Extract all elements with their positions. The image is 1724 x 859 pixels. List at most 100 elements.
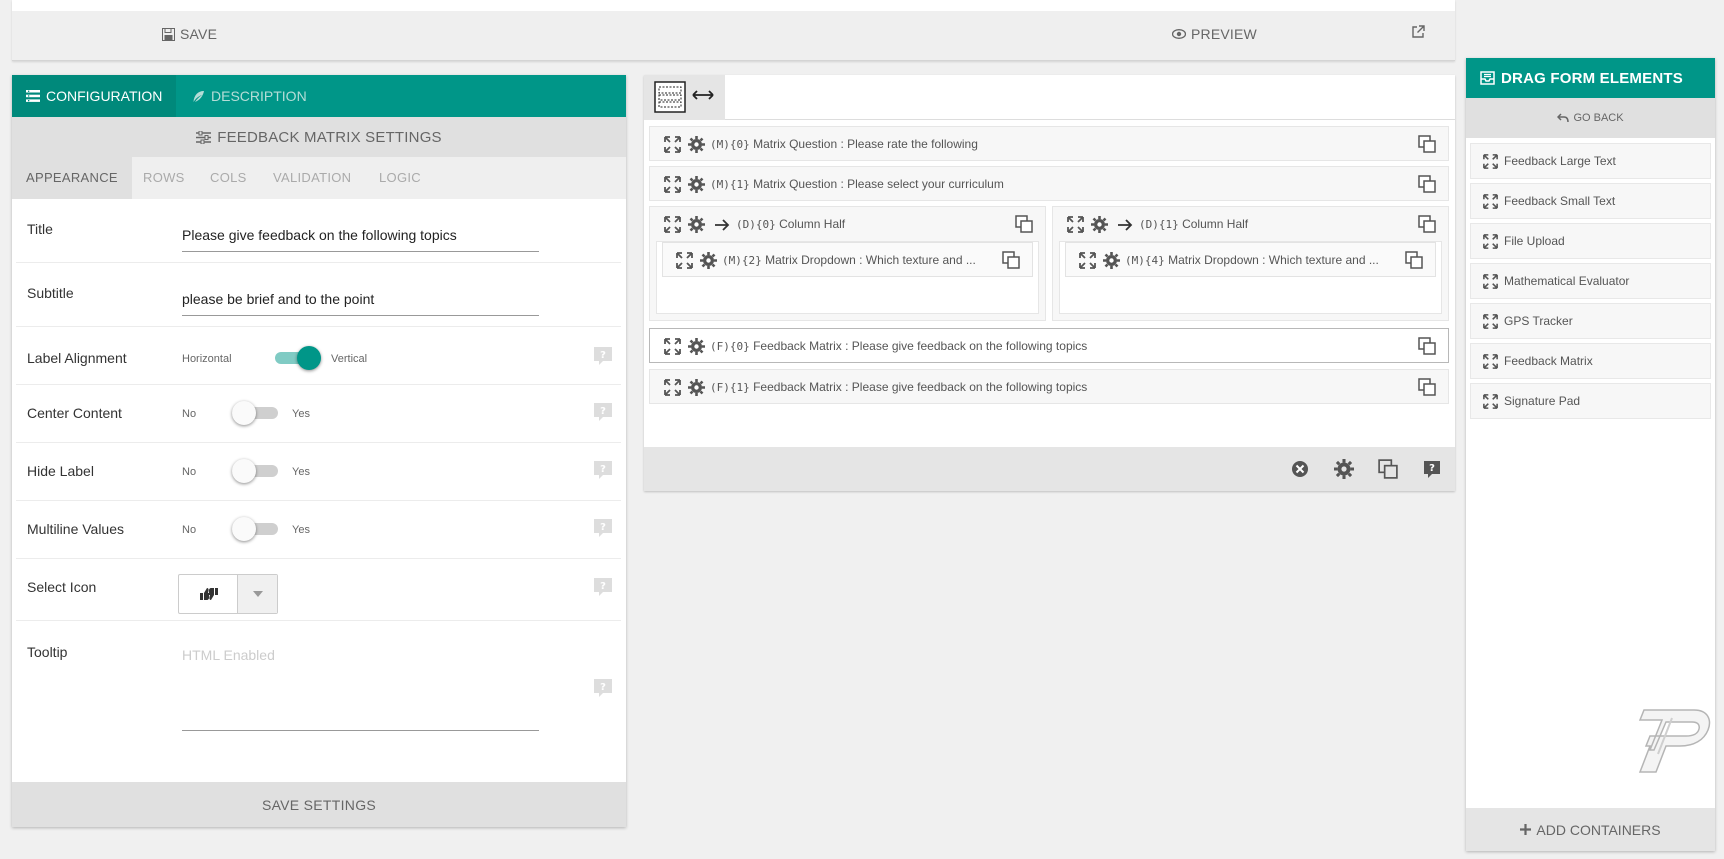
undo-icon xyxy=(1557,113,1570,123)
form-element-label: Feedback Matrix xyxy=(1504,354,1593,368)
move-icon[interactable] xyxy=(1067,216,1084,233)
tab-description[interactable]: DESCRIPTION xyxy=(178,75,321,117)
copy-icon[interactable] xyxy=(1418,215,1436,233)
gear-icon[interactable] xyxy=(688,379,705,396)
copy-icon[interactable] xyxy=(1015,215,1033,233)
save-settings-button[interactable]: SAVE SETTINGS xyxy=(12,782,626,827)
hide-label-toggle[interactable] xyxy=(232,459,278,483)
preview-button[interactable]: PREVIEW xyxy=(1172,26,1257,42)
center-content-left: No xyxy=(182,408,197,420)
form-element-item[interactable]: Feedback Small Text xyxy=(1470,183,1711,219)
multiline-values-right: Yes xyxy=(292,524,310,536)
gear-icon[interactable] xyxy=(688,216,705,233)
label-alignment-left: Horizontal xyxy=(182,353,232,365)
go-back-button[interactable]: GO BACK xyxy=(1466,98,1715,138)
svg-text:?: ? xyxy=(600,682,606,693)
move-icon xyxy=(1483,273,1498,289)
form-element-item[interactable]: GPS Tracker xyxy=(1470,303,1711,339)
layout-grid-icon[interactable] xyxy=(654,81,686,113)
help-icon[interactable]: ? xyxy=(593,346,613,366)
help-icon[interactable]: ? xyxy=(593,460,613,480)
gear-icon[interactable] xyxy=(1103,252,1120,269)
move-icon[interactable] xyxy=(664,379,681,396)
form-element-item[interactable]: Feedback Matrix xyxy=(1470,343,1711,379)
move-icon[interactable] xyxy=(664,338,681,355)
column-label: Column Half xyxy=(1182,217,1249,231)
copy-icon[interactable] xyxy=(1405,251,1423,269)
move-icon[interactable] xyxy=(676,252,693,269)
icon-select-toggle[interactable] xyxy=(237,575,277,613)
close-circle-icon[interactable] xyxy=(1290,459,1310,479)
title-input[interactable]: Please give feedback on the following to… xyxy=(182,227,539,252)
copy-icon[interactable] xyxy=(1418,135,1436,153)
form-element-item[interactable]: Feedback Large Text xyxy=(1470,143,1711,179)
form-element-item[interactable]: Mathematical Evaluator xyxy=(1470,263,1711,299)
subtab-appearance[interactable]: APPEARANCE xyxy=(12,157,132,199)
multiline-values-row: Multiline Values No Yes ? xyxy=(16,501,621,559)
move-icon xyxy=(1483,353,1498,369)
gear-icon[interactable] xyxy=(1334,459,1354,479)
canvas-row-selected[interactable]: (F){0} Feedback Matrix : Please give fee… xyxy=(649,328,1449,363)
subtab-validation[interactable]: VALIDATION xyxy=(273,157,351,199)
move-icon[interactable] xyxy=(664,136,681,153)
subtab-cols[interactable]: COLS xyxy=(210,157,247,199)
column-tag: (D){1} xyxy=(1139,218,1179,231)
help-icon[interactable]: ? xyxy=(593,402,613,422)
label-alignment-toggle[interactable] xyxy=(275,346,321,370)
move-icon[interactable] xyxy=(1079,252,1096,269)
select-icon-label: Select Icon xyxy=(27,579,97,595)
canvas-row[interactable]: (M){0} Matrix Question : Please rate the… xyxy=(649,126,1449,161)
move-icon[interactable] xyxy=(664,216,681,233)
form-canvas: (M){0} Matrix Question : Please rate the… xyxy=(644,75,1455,491)
move-icon[interactable] xyxy=(664,176,681,193)
gear-icon[interactable] xyxy=(688,176,705,193)
tooltip-textarea[interactable]: HTML Enabled xyxy=(182,647,539,731)
column-dropzone[interactable]: (M){2} Matrix Dropdown : Which texture a… xyxy=(656,241,1039,314)
copy-icon[interactable] xyxy=(1418,378,1436,396)
gear-icon[interactable] xyxy=(688,136,705,153)
save-label: SAVE xyxy=(180,26,218,42)
open-external-button[interactable] xyxy=(1411,25,1425,39)
copy-icon[interactable] xyxy=(1418,175,1436,193)
center-content-row: Center Content No Yes ? xyxy=(16,385,621,443)
nested-row[interactable]: (M){2} Matrix Dropdown : Which texture a… xyxy=(662,242,1033,277)
form-element-item[interactable]: File Upload xyxy=(1470,223,1711,259)
column-container[interactable]: (D){0} Column Half (M){2} Matrix Dropdow… xyxy=(649,206,1046,321)
toggle-knob xyxy=(232,459,256,483)
panel-title: DRAG FORM ELEMENTS xyxy=(1501,69,1683,87)
move-icon xyxy=(1483,313,1498,329)
gear-icon[interactable] xyxy=(688,338,705,355)
help-icon[interactable]: ? xyxy=(1422,459,1442,479)
gear-icon[interactable] xyxy=(1091,216,1108,233)
svg-text:?: ? xyxy=(600,522,606,533)
subtitle-input[interactable]: please be brief and to the point xyxy=(182,291,539,316)
column-label: Column Half xyxy=(779,217,846,231)
form-element-label: Signature Pad xyxy=(1504,394,1581,408)
subtab-logic[interactable]: LOGIC xyxy=(379,157,421,199)
icon-select-dropdown[interactable] xyxy=(178,574,278,614)
copy-icon[interactable] xyxy=(1378,459,1398,479)
inbox-icon xyxy=(1480,71,1495,85)
nested-row[interactable]: (M){4} Matrix Dropdown : Which texture a… xyxy=(1065,242,1436,277)
center-content-toggle[interactable] xyxy=(232,401,278,425)
expand-horizontal-icon[interactable] xyxy=(692,89,714,101)
copy-icon[interactable] xyxy=(1002,251,1020,269)
row-tag: (F){0} xyxy=(710,340,750,353)
help-icon[interactable]: ? xyxy=(593,678,613,698)
save-button[interactable]: SAVE xyxy=(162,26,217,42)
help-icon[interactable]: ? xyxy=(593,518,613,538)
toggle-knob xyxy=(232,401,256,425)
multiline-values-toggle[interactable] xyxy=(232,517,278,541)
column-container[interactable]: (D){1} Column Half (M){4} Matrix Dropdow… xyxy=(1052,206,1449,321)
form-element-item[interactable]: Signature Pad xyxy=(1470,383,1711,419)
canvas-row[interactable]: (F){1} Feedback Matrix : Please give fee… xyxy=(649,369,1449,404)
gear-icon[interactable] xyxy=(700,252,717,269)
column-dropzone[interactable]: (M){4} Matrix Dropdown : Which texture a… xyxy=(1059,241,1442,314)
settings-title: FEEDBACK MATRIX SETTINGS xyxy=(217,128,442,146)
copy-icon[interactable] xyxy=(1418,337,1436,355)
canvas-row[interactable]: (M){1} Matrix Question : Please select y… xyxy=(649,166,1449,201)
add-containers-button[interactable]: ADD CONTAINERS xyxy=(1466,808,1715,851)
help-icon[interactable]: ? xyxy=(593,577,613,597)
subtab-rows[interactable]: ROWS xyxy=(143,157,185,199)
tab-configuration[interactable]: CONFIGURATION xyxy=(12,75,177,117)
